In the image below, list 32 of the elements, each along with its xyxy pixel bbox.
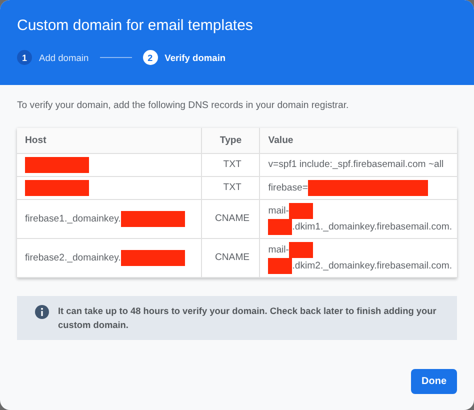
record-text: firebase1._domainkey.: [25, 213, 121, 224]
notice-text: It can take up to 48 hours to verify your domain. Check back later to finish adding your custom domain.: [58, 304, 438, 332]
record-text: mail-: [268, 205, 289, 216]
info-icon: [35, 304, 49, 318]
done-button[interactable]: Done: [411, 369, 457, 394]
redaction-block: [289, 202, 313, 218]
step-label[interactable]: Verify domain: [164, 52, 226, 62]
record-text: .dkim1._domainkey.firebasemail.com.: [292, 221, 452, 232]
column-header: Host: [17, 128, 202, 153]
record-text: firebase2._domainkey.: [25, 252, 121, 264]
type-cell: CNAME: [202, 199, 260, 238]
step-label[interactable]: Add domain: [39, 52, 89, 62]
record-text: .dkim2._domainkey.firebasemail.com.: [292, 260, 452, 272]
redaction-block: [268, 218, 292, 234]
step-number: 2: [142, 50, 158, 65]
type-cell: TXT: [202, 153, 260, 176]
redaction-block: [25, 156, 89, 172]
instructions-text: To verify your domain, add the following DNS records in your domain registrar.: [17, 100, 350, 111]
redaction-block: [120, 250, 185, 266]
column-header: Type: [202, 128, 260, 153]
redaction-block: [289, 242, 313, 258]
dialog-title: Custom domain for email templates: [17, 17, 254, 34]
record-text: mail-: [268, 244, 289, 256]
redaction-block: [120, 210, 185, 226]
record-text: v=spf1 include:_spf.firebasemail.com ~all: [268, 159, 444, 170]
redaction-block: [25, 180, 89, 196]
type-cell: CNAME: [202, 238, 260, 277]
record-text: firebase=: [268, 182, 308, 194]
type-cell: TXT: [202, 176, 260, 199]
step-number: 1: [17, 50, 32, 65]
redaction-block: [268, 258, 292, 274]
column-header: Value: [260, 128, 457, 153]
